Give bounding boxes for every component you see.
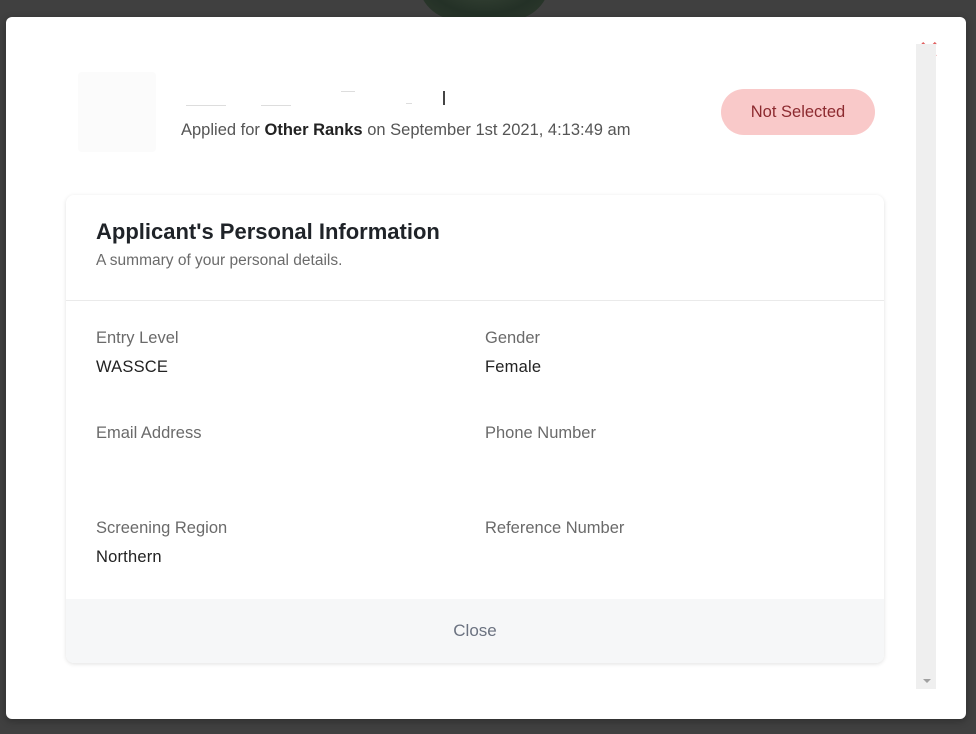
close-button[interactable]: Close (66, 599, 884, 663)
applicant-avatar (78, 72, 156, 152)
applicant-name-redacted (181, 91, 446, 107)
card-header: Applicant's Personal Information A summa… (66, 195, 884, 301)
field-email-address: Email Address (96, 424, 456, 473)
field-gender: Gender Female (485, 329, 845, 378)
applied-datetime: September 1st 2021, 4:13:49 am (390, 121, 631, 139)
card-subtitle: A summary of your personal details. (96, 252, 343, 269)
applied-prefix: Applied for (181, 121, 260, 139)
applied-position: Other Ranks (264, 121, 363, 139)
modal-scrollbar[interactable] (916, 44, 936, 689)
field-label: Reference Number (485, 519, 625, 537)
field-label: Entry Level (96, 329, 179, 347)
scroll-down-arrow-icon[interactable] (923, 679, 931, 683)
field-entry-level: Entry Level WASSCE (96, 329, 456, 378)
field-label: Screening Region (96, 519, 228, 537)
field-screening-region: Screening Region Northern (96, 519, 456, 568)
field-value (96, 453, 456, 473)
field-value: Northern (96, 548, 162, 566)
field-label: Email Address (96, 424, 202, 442)
card-title: Applicant's Personal Information (96, 219, 440, 244)
field-value (485, 548, 845, 568)
field-value: WASSCE (96, 358, 169, 376)
info-grid: Entry Level WASSCE Gender Female Email A… (66, 301, 884, 599)
field-label: Phone Number (485, 424, 596, 442)
field-reference-number: Reference Number (485, 519, 845, 568)
status-badge: Not Selected (721, 89, 875, 135)
applied-middle: on (367, 121, 386, 139)
field-label: Gender (485, 329, 541, 347)
personal-info-card: Applicant's Personal Information A summa… (66, 195, 884, 663)
applied-summary: Applied for Other Ranks on September 1st… (181, 121, 630, 140)
field-phone-number: Phone Number (485, 424, 845, 473)
field-value: Female (485, 358, 542, 376)
applicant-details-modal: ✕ Applied for Other Ranks on September 1… (6, 17, 966, 719)
card-footer: Close (66, 599, 884, 663)
field-value (485, 453, 845, 473)
